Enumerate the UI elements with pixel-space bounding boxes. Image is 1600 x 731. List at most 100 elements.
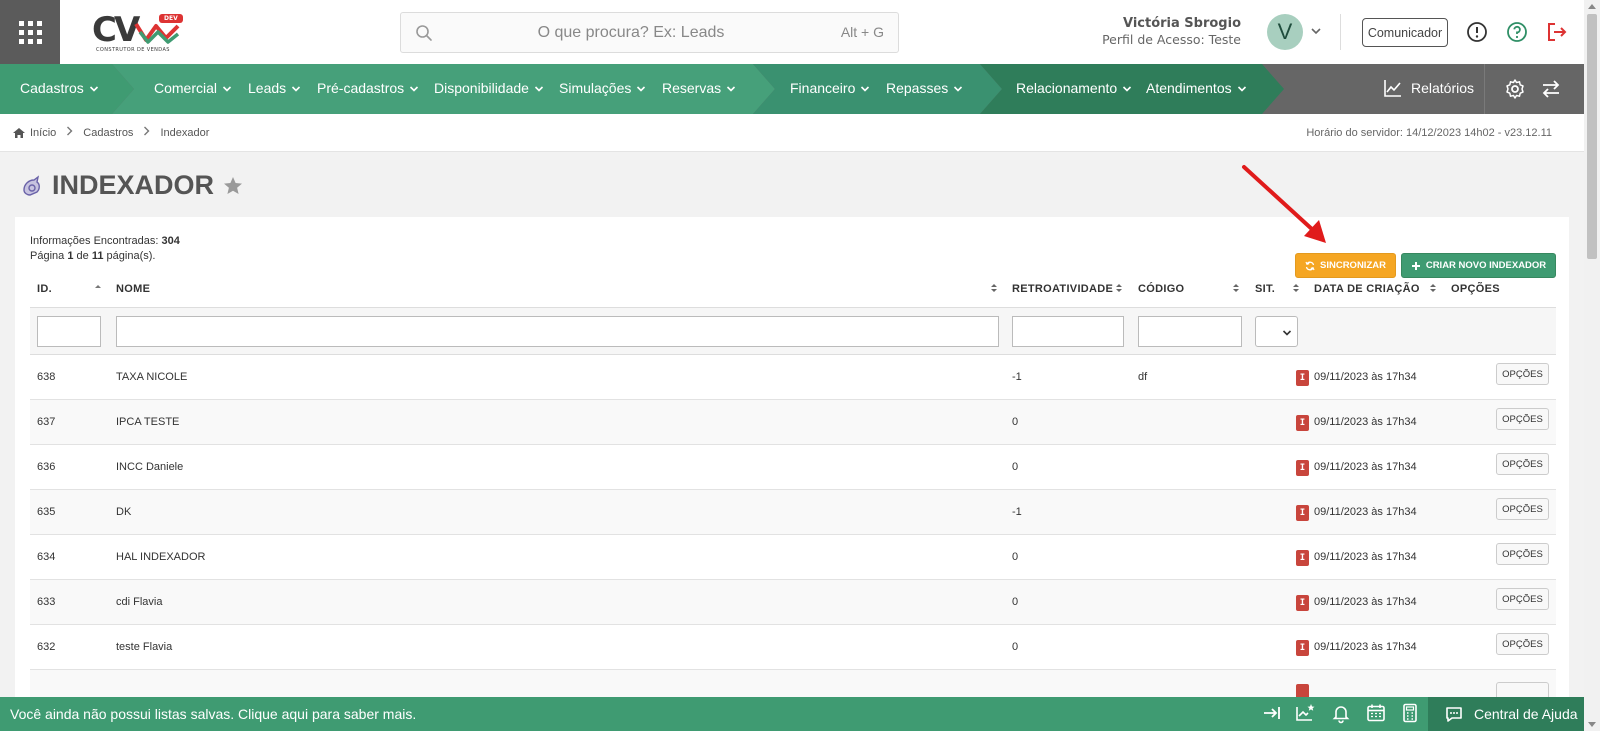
- breadcrumb-bar: Início Cadastros Indexador Horário do se…: [0, 114, 1584, 152]
- red-arrow-annotation: [1242, 165, 1326, 243]
- nav-item-atendimentos[interactable]: Atendimentos: [1146, 80, 1247, 96]
- table-row[interactable]: 636 INCC Daniele 0 I 09/11/2023 às 17h34…: [30, 445, 1556, 490]
- chevron-down-icon: [410, 85, 419, 92]
- chevron-down-icon: [1123, 85, 1132, 92]
- chevron-right-icon: [66, 126, 73, 139]
- sort-icon[interactable]: [1115, 282, 1123, 294]
- nav-item-comercial[interactable]: Comercial: [154, 80, 232, 96]
- options-button[interactable]: OPÇÕES: [1496, 543, 1549, 565]
- apps-menu-button[interactable]: [0, 0, 60, 64]
- status-badge: I: [1296, 550, 1309, 566]
- help-center-button[interactable]: Central de Ajuda: [1428, 697, 1584, 731]
- column-header-name[interactable]: NOME: [116, 283, 150, 295]
- table-row[interactable]: 638 TAXA NICOLE -1 df I 09/11/2023 às 17…: [30, 355, 1556, 400]
- chevron-down-icon: [861, 85, 870, 92]
- nav-item-cadastros[interactable]: Cadastros: [20, 80, 99, 96]
- chevron-down-icon: [1237, 85, 1246, 92]
- user-profile: Perfil de Acesso: Teste: [1102, 32, 1241, 47]
- column-header-status[interactable]: SIT.: [1255, 283, 1275, 295]
- chat-icon: [1446, 707, 1462, 722]
- options-button[interactable]: OPÇÕES: [1496, 363, 1549, 385]
- options-button[interactable]: OPÇÕES: [1496, 408, 1549, 430]
- sort-icon[interactable]: [1292, 282, 1300, 294]
- logo[interactable]: CV DEV CONSTRUTOR DE VENDAS: [92, 10, 192, 56]
- table-row[interactable]: 632 teste Flavia 0 I 09/11/2023 às 17h34…: [30, 625, 1556, 670]
- scroll-down-icon[interactable]: [1588, 722, 1596, 727]
- column-header-created[interactable]: DATA DE CRIAÇÃO: [1314, 283, 1420, 295]
- status-badge: I: [1296, 505, 1309, 521]
- user-name[interactable]: Victória Sbrogio: [1123, 16, 1241, 31]
- breadcrumb-home[interactable]: Início: [30, 127, 56, 139]
- saved-lists-message[interactable]: Você ainda não possui listas salvas. Cli…: [10, 706, 416, 722]
- nav-item-pre-cadastros[interactable]: Pré-cadastros: [317, 80, 419, 96]
- table-row[interactable]: 634 HAL INDEXADOR 0 I 09/11/2023 às 17h3…: [30, 535, 1556, 580]
- search-input[interactable]: [441, 13, 821, 52]
- create-indexer-button[interactable]: CRIAR NOVO INDEXADOR: [1401, 253, 1556, 278]
- chevron-down-icon[interactable]: [1310, 26, 1322, 36]
- bell-icon[interactable]: [1330, 702, 1352, 724]
- sort-icon[interactable]: [1232, 282, 1240, 294]
- chevron-down-icon: [1282, 330, 1292, 336]
- column-header-options: OPÇÕES: [1451, 283, 1500, 295]
- status-badge: I: [1296, 415, 1309, 431]
- nav-item-financeiro[interactable]: Financeiro: [790, 80, 870, 96]
- page-header: INDEXADOR: [20, 170, 244, 201]
- calculator-icon[interactable]: [1399, 702, 1421, 724]
- table-row[interactable]: [30, 670, 1556, 700]
- page-scrollbar[interactable]: [1584, 0, 1600, 731]
- nav-item-simulacoes[interactable]: Simulações: [559, 80, 646, 96]
- chevron-right-icon: [143, 126, 150, 139]
- swap-arrows-icon[interactable]: [1539, 77, 1563, 101]
- column-header-code[interactable]: CÓDIGO: [1138, 283, 1184, 295]
- chart-star-icon[interactable]: [1294, 702, 1316, 724]
- avatar[interactable]: V: [1267, 14, 1303, 50]
- filter-code-input[interactable]: [1138, 316, 1242, 347]
- options-button[interactable]: OPÇÕES: [1496, 588, 1549, 610]
- column-header-id[interactable]: ID.: [37, 283, 52, 295]
- table-row[interactable]: 633 cdi Flavia 0 I 09/11/2023 às 17h34 O…: [30, 580, 1556, 625]
- filter-status-select[interactable]: [1255, 316, 1298, 347]
- nav-item-disponibilidade[interactable]: Disponibilidade: [434, 80, 544, 96]
- reports-link[interactable]: Relatórios: [1383, 78, 1474, 98]
- filter-name-input[interactable]: [116, 316, 999, 347]
- table-row[interactable]: 637 IPCA TESTE 0 I 09/11/2023 às 17h34 O…: [30, 400, 1556, 445]
- info-icon[interactable]: [1465, 20, 1489, 44]
- breadcrumb-current: Indexador: [160, 126, 210, 139]
- sort-icon[interactable]: [1429, 282, 1437, 294]
- filter-id-input[interactable]: [37, 316, 101, 347]
- scroll-thumb[interactable]: [1587, 14, 1597, 259]
- options-button[interactable]: OPÇÕES: [1496, 498, 1549, 520]
- breadcrumb-cadastros[interactable]: Cadastros: [83, 127, 133, 139]
- options-button[interactable]: OPÇÕES: [1496, 453, 1549, 475]
- nav-item-relacionamento[interactable]: Relacionamento: [1016, 80, 1132, 96]
- chevron-down-icon: [222, 85, 232, 92]
- logo-text: CV: [92, 10, 140, 50]
- nav-item-leads[interactable]: Leads: [248, 80, 301, 96]
- table-row[interactable]: 635 DK -1 I 09/11/2023 às 17h34 OPÇÕES: [30, 490, 1556, 535]
- gear-icon[interactable]: [1503, 77, 1527, 101]
- search-icon: [416, 25, 432, 41]
- logout-icon[interactable]: [1545, 20, 1569, 44]
- sync-button[interactable]: SINCRONIZAR: [1295, 253, 1396, 278]
- indexer-icon: [23, 174, 40, 196]
- server-time: Horário do servidor: 14/12/2023 14h02 - …: [1306, 127, 1552, 139]
- star-icon[interactable]: [222, 175, 244, 197]
- help-icon[interactable]: [1505, 20, 1529, 44]
- found-label: Informações Encontradas:: [30, 235, 159, 247]
- nav-item-repasses[interactable]: Repasses: [886, 80, 963, 96]
- filter-retroactivity-input[interactable]: [1012, 316, 1124, 347]
- communicator-button[interactable]: Comunicador: [1362, 18, 1448, 47]
- filter-row: [30, 307, 1556, 355]
- calendar-icon[interactable]: [1365, 702, 1387, 724]
- sort-icon[interactable]: [990, 282, 998, 294]
- scroll-up-icon[interactable]: [1588, 4, 1596, 9]
- breadcrumb: Início Cadastros Indexador: [12, 126, 209, 139]
- chevron-down-icon: [292, 85, 301, 92]
- options-button[interactable]: OPÇÕES: [1496, 633, 1549, 655]
- page-of: de: [76, 250, 89, 262]
- column-header-retroactivity[interactable]: RETROATIVIDADE: [1012, 283, 1113, 295]
- sort-asc-icon[interactable]: [94, 282, 102, 292]
- chevron-down-icon: [637, 85, 646, 92]
- nav-item-reservas[interactable]: Reservas: [662, 80, 736, 96]
- collapse-arrow-icon[interactable]: [1261, 702, 1283, 724]
